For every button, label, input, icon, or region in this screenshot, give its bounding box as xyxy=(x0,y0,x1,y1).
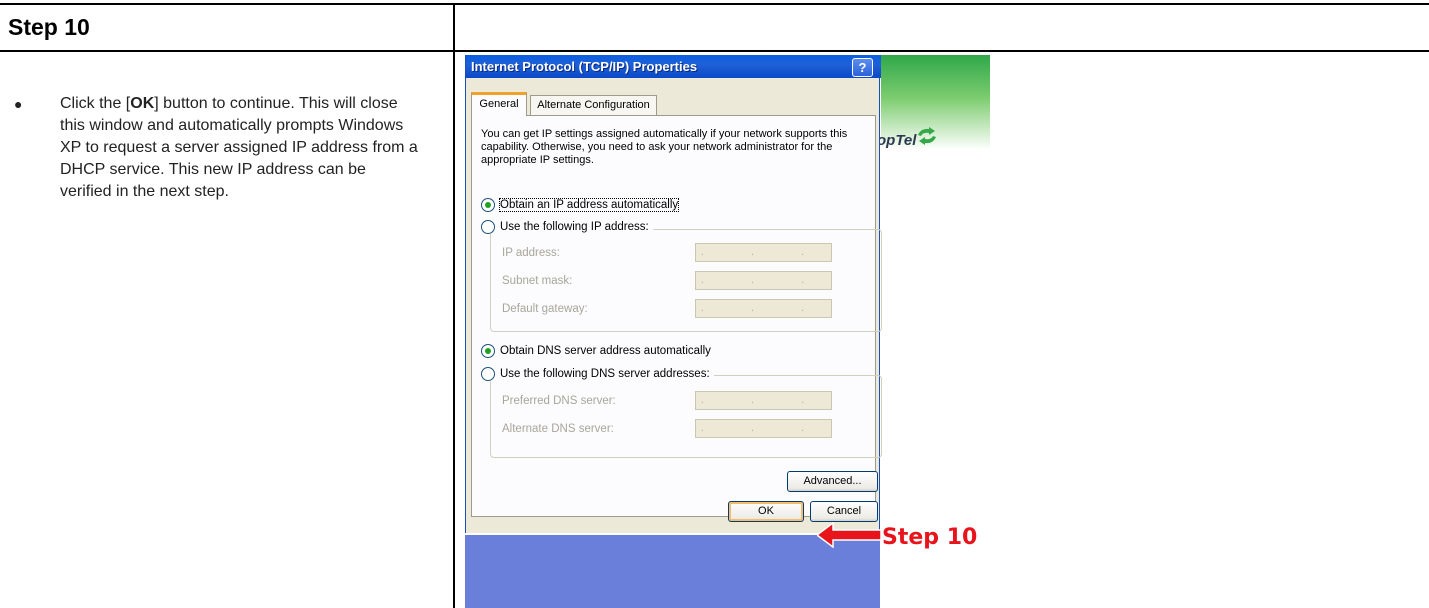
ip-manual-label: Use the following IP address: xyxy=(500,221,649,233)
dns-auto-label: Obtain DNS server address automatically xyxy=(500,345,711,357)
instruction-bold: OK xyxy=(130,95,155,112)
radio-selected-icon xyxy=(481,344,495,358)
ip-auto-radio[interactable]: Obtain an IP address automatically xyxy=(481,198,683,212)
dns-auto-radio[interactable]: Obtain DNS server address automatically xyxy=(481,344,715,358)
alternate-dns-field[interactable]: . . . xyxy=(695,419,832,438)
advanced-button[interactable]: Advanced... xyxy=(787,471,878,492)
bullet-icon: ● xyxy=(14,96,23,112)
dns-manual-label: Use the following DNS server addresses: xyxy=(500,368,710,380)
table-column-divider xyxy=(453,3,455,608)
help-button[interactable]: ? xyxy=(852,58,873,77)
tab-alternate-configuration[interactable]: Alternate Configuration xyxy=(530,95,657,115)
step-title: Step 10 xyxy=(8,14,90,40)
step-callout-label: Step 10 xyxy=(882,525,978,550)
default-gateway-field[interactable]: . . . xyxy=(695,299,832,318)
ok-button[interactable]: OK xyxy=(728,501,804,522)
subnet-mask-label: Subnet mask: xyxy=(502,275,573,287)
dns-manual-radio[interactable]: Use the following DNS server addresses: xyxy=(481,367,714,381)
ip-auto-label: Obtain an IP address automatically xyxy=(498,198,680,212)
alternate-dns-label: Alternate DNS server: xyxy=(502,423,614,435)
default-gateway-label: Default gateway: xyxy=(502,303,588,315)
radio-selected-icon xyxy=(481,198,495,212)
subnet-mask-field[interactable]: . . . xyxy=(695,271,832,290)
radio-empty-icon xyxy=(481,367,495,381)
cancel-button[interactable]: Cancel xyxy=(810,501,878,522)
instruction-text: ● Click the [OK] button to continue. Thi… xyxy=(14,93,420,203)
table-header-divider xyxy=(0,50,1429,52)
radio-empty-icon xyxy=(481,220,495,234)
tcpip-properties-dialog: Internet Protocol (TCP/IP) Properties ? … xyxy=(465,55,882,533)
dns-group-box xyxy=(490,375,882,458)
description-text: You can get IP settings assigned automat… xyxy=(481,128,848,166)
dialog-titlebar[interactable]: Internet Protocol (TCP/IP) Properties ? xyxy=(466,55,881,78)
ip-manual-radio[interactable]: Use the following IP address: xyxy=(481,220,653,234)
table-top-border xyxy=(0,3,1429,5)
ip-address-field[interactable]: . . . xyxy=(695,243,832,262)
ip-address-label: IP address: xyxy=(502,247,560,259)
refresh-arrows-icon xyxy=(918,127,936,145)
instruction-prefix: Click the [ xyxy=(60,95,131,112)
preferred-dns-label: Preferred DNS server: xyxy=(502,395,616,407)
screenshot: CoopTel Internet Protocol (TCP/IP) Prope… xyxy=(465,55,990,608)
preferred-dns-field[interactable]: . . . xyxy=(695,391,832,410)
callout-arrow-icon xyxy=(817,522,881,548)
tab-general[interactable]: General xyxy=(471,92,527,116)
dialog-title: Internet Protocol (TCP/IP) Properties xyxy=(471,59,698,74)
